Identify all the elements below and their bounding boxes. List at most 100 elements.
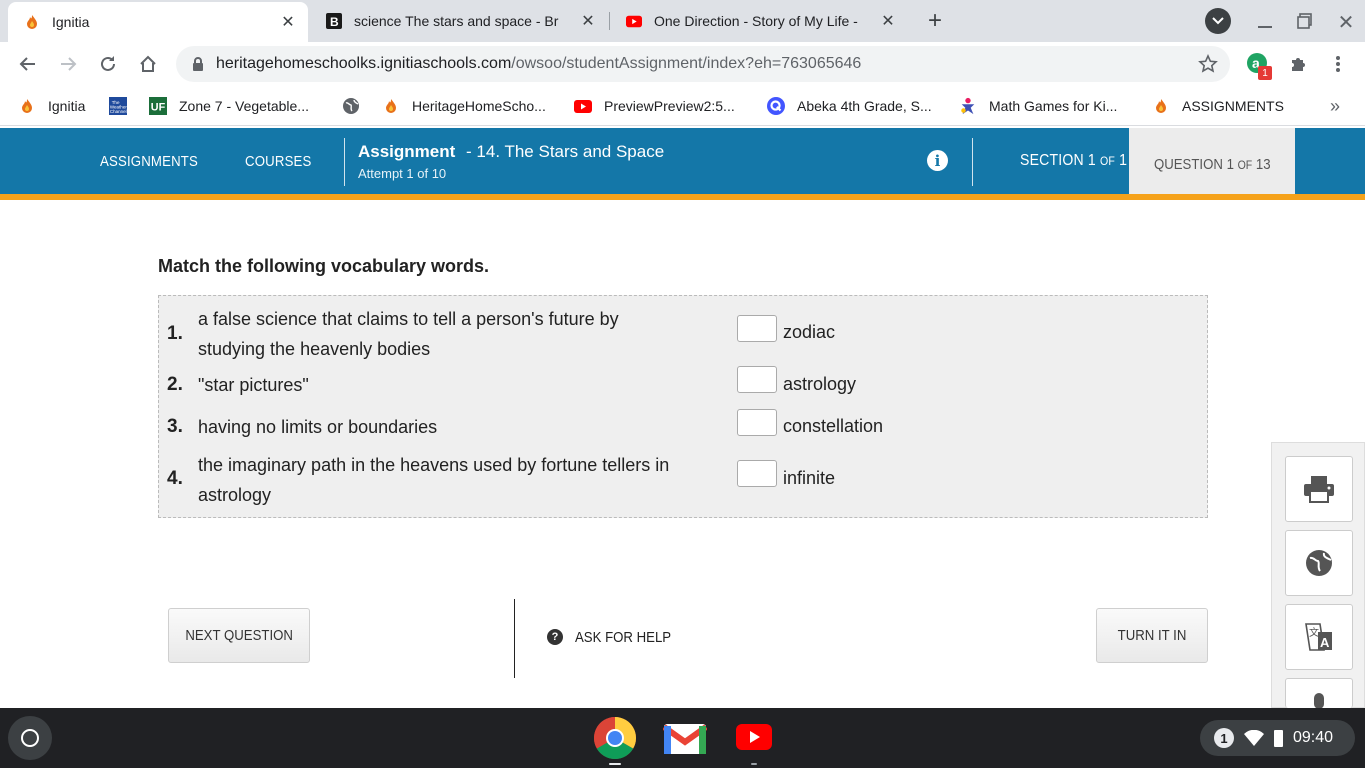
youtube-icon: [626, 13, 642, 29]
bookmark-label: Abeka 4th Grade, S...: [797, 98, 932, 114]
tab-title: Ignitia: [52, 14, 90, 30]
bookmarks-overflow-button[interactable]: »: [1330, 86, 1340, 126]
wifi-icon: [1244, 730, 1264, 746]
assignment-title: Assignment - 14. The Stars and Space: [358, 142, 664, 162]
vocab-word: astrology: [783, 374, 857, 394]
item-number: 4.: [167, 468, 183, 489]
next-question-button[interactable]: NEXT QUESTION: [168, 608, 310, 663]
url-host: heritagehomeschoolks.ignitiaschools.com: [216, 55, 512, 72]
extension-badge: 1: [1258, 66, 1272, 80]
back-button[interactable]: [14, 50, 42, 78]
bookmark-math-games[interactable]: Math Games for Ki...: [959, 86, 1117, 126]
svg-text:B: B: [330, 15, 339, 29]
browser-tab-strip: Ignitia ✕ B science The stars and space …: [0, 0, 1365, 42]
tab-science[interactable]: B science The stars and space - Br ✕: [310, 0, 608, 42]
svg-text:Channel: Channel: [110, 109, 127, 114]
minimize-button[interactable]: [1255, 12, 1275, 32]
extension-a-icon[interactable]: a 1: [1246, 52, 1272, 80]
bookmark-label: Math Games for Ki...: [989, 98, 1118, 114]
b-logo-icon: B: [326, 13, 342, 29]
matching-area: 1. a false science that claims to tell a…: [158, 295, 1208, 518]
svg-text:UF: UF: [151, 102, 166, 114]
tab-title: One Direction - Story of My Life -: [654, 13, 858, 29]
print-icon[interactable]: [1285, 456, 1353, 522]
bookmark-weather[interactable]: The Weather Channel: [109, 86, 139, 126]
puzzle-person-icon: [959, 97, 977, 115]
answer-input[interactable]: [737, 409, 777, 436]
close-tab-icon[interactable]: ✕: [878, 11, 898, 31]
assignment-name: - 14. The Stars and Space: [466, 142, 665, 161]
vocab-word: infinite: [783, 468, 836, 488]
translate-icon[interactable]: 文A: [1285, 604, 1353, 670]
tab-youtube[interactable]: One Direction - Story of My Life - ✕: [610, 0, 908, 42]
bookmark-abeka[interactable]: Abeka 4th Grade, S...: [767, 86, 932, 126]
tab-search-icon[interactable]: [1205, 8, 1231, 34]
flame-icon: [18, 97, 36, 115]
quizlet-icon: [767, 97, 785, 115]
item-number: 1.: [167, 323, 183, 344]
section-indicator: SECTION 1 OF 1: [1020, 152, 1128, 169]
new-tab-button[interactable]: +: [920, 7, 950, 35]
tools-panel: 文A: [1271, 442, 1365, 709]
globe-icon: [342, 97, 360, 115]
uf-icon: UF: [149, 97, 167, 115]
reload-button[interactable]: [94, 50, 122, 78]
microphone-icon[interactable]: [1285, 678, 1353, 709]
maximize-button[interactable]: [1296, 12, 1316, 32]
close-tab-icon[interactable]: ✕: [278, 12, 298, 32]
chrome-icon[interactable]: [593, 716, 637, 765]
system-tray[interactable]: 1 09:40: [1200, 720, 1355, 756]
answer-input[interactable]: [737, 460, 777, 487]
flame-icon: [1152, 97, 1170, 115]
weather-channel-icon: The Weather Channel: [109, 97, 127, 115]
battery-icon: [1274, 729, 1283, 747]
extensions-puzzle-icon[interactable]: [1284, 50, 1312, 78]
bookmark-zone7[interactable]: UF Zone 7 - Vegetable...: [149, 86, 309, 126]
help-icon: ?: [547, 629, 563, 645]
bookmark-assignments[interactable]: ASSIGNMENTS: [1152, 86, 1284, 126]
assignment-label: Assignment: [358, 142, 456, 161]
nav-courses[interactable]: COURSES: [245, 128, 312, 194]
flame-icon: [24, 14, 40, 30]
question-indicator: QUESTION 1 OF 13: [1129, 128, 1295, 200]
browser-menu-icon[interactable]: [1324, 50, 1352, 78]
gmail-icon[interactable]: [662, 720, 708, 756]
definition-2: "star pictures": [198, 375, 309, 395]
bookmark-star-icon[interactable]: [1198, 54, 1218, 79]
bookmark-heritage[interactable]: HeritageHomeScho...: [382, 86, 546, 126]
bookmark-ignitia[interactable]: Ignitia: [18, 86, 85, 126]
youtube-icon[interactable]: [736, 724, 772, 765]
info-icon[interactable]: i: [927, 150, 948, 171]
vocab-word: constellation: [783, 416, 884, 436]
item-number: 2.: [167, 374, 183, 395]
vocab-word: zodiac: [783, 322, 836, 342]
tab-title: science The stars and space - Br: [354, 13, 559, 29]
app-header: ASSIGNMENTS COURSES Assignment - 14. The…: [0, 128, 1365, 200]
bookmark-label: Zone 7 - Vegetable...: [179, 98, 309, 114]
definition-4: the imaginary path in the heavens used b…: [198, 455, 670, 505]
home-button[interactable]: [134, 50, 162, 78]
address-bar[interactable]: heritagehomeschoolks.ignitiaschools.com /…: [176, 46, 1230, 82]
lock-icon: [192, 57, 204, 71]
definition-3: having no limits or boundaries: [198, 417, 438, 437]
close-tab-icon[interactable]: ✕: [578, 11, 598, 31]
browser-toolbar: heritagehomeschoolks.ignitiaschools.com /…: [0, 42, 1365, 86]
launcher-button[interactable]: [8, 716, 52, 760]
header-accent-bar: [0, 194, 1365, 200]
answer-input[interactable]: [737, 315, 777, 342]
forward-button[interactable]: [54, 50, 82, 78]
close-window-button[interactable]: ✕: [1336, 10, 1356, 34]
bookmark-globe[interactable]: [342, 86, 372, 126]
bookmark-preview[interactable]: PreviewPreview2:5...: [574, 86, 735, 126]
header-divider: [972, 138, 973, 186]
answer-input[interactable]: [737, 366, 777, 393]
bookmark-label: HeritageHomeScho...: [412, 98, 546, 114]
tab-ignitia[interactable]: Ignitia ✕: [8, 2, 308, 42]
youtube-icon: [574, 97, 592, 115]
flame-icon: [382, 97, 400, 115]
nav-assignments[interactable]: ASSIGNMENTS: [100, 128, 198, 194]
ask-for-help-button[interactable]: ? ASK FOR HELP: [547, 626, 684, 648]
turn-it-in-button[interactable]: TURN IT IN: [1096, 608, 1208, 663]
os-shelf: 1 09:40: [0, 708, 1365, 768]
globe-icon[interactable]: [1285, 530, 1353, 596]
